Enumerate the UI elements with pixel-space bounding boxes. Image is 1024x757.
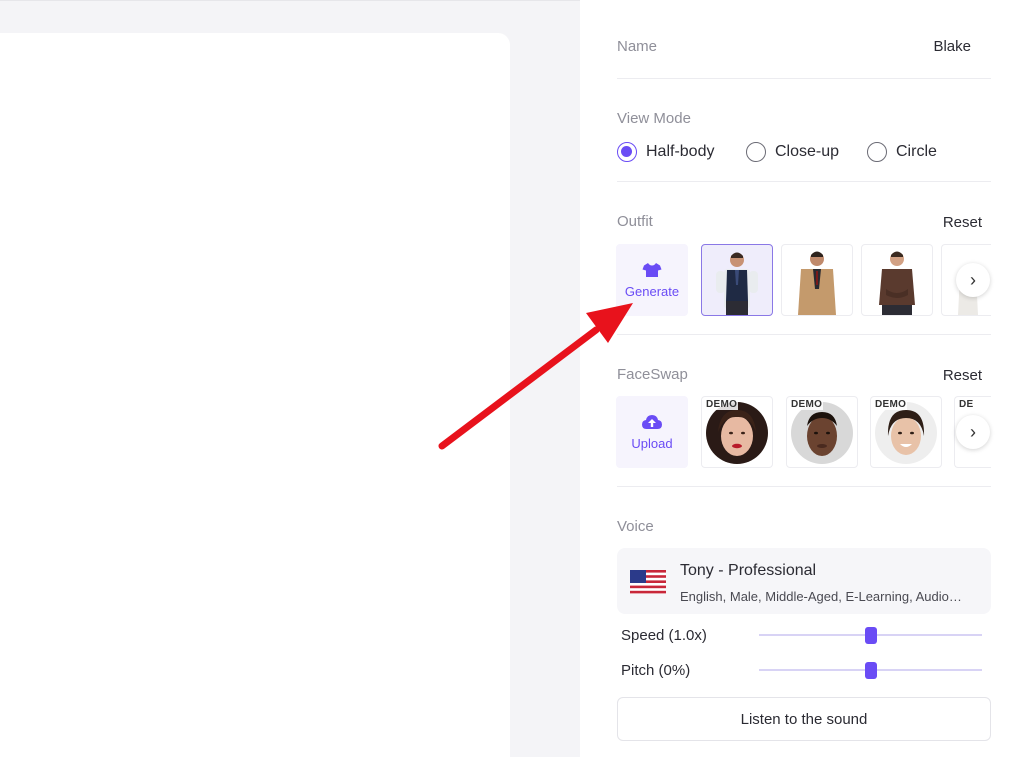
generate-outfit-button[interactable]: Generate: [616, 244, 688, 316]
pitch-label: Pitch (0%): [621, 662, 691, 679]
name-value[interactable]: Blake: [933, 38, 971, 55]
cloud-upload-icon: [642, 414, 662, 429]
face-thumb-2[interactable]: DEMO: [786, 396, 858, 468]
avatar-outfit-image: [798, 251, 836, 315]
properties-panel: Name Blake View Mode Half-body Close-up …: [580, 0, 1024, 757]
avatar-outfit-image: [716, 252, 758, 315]
pitch-slider-thumb[interactable]: [864, 662, 877, 679]
faceswap-reset-button[interactable]: Reset: [943, 367, 982, 384]
avatar-outfit-image: [879, 251, 915, 315]
outfit-label: Outfit: [617, 213, 653, 230]
radio-dot-checked[interactable]: [617, 142, 637, 162]
demo-badge: DEMO: [790, 399, 824, 410]
view-mode-label: View Mode: [617, 110, 691, 127]
name-label: Name: [617, 38, 658, 55]
face-image: [706, 402, 768, 464]
radio-circle[interactable]: Circle: [867, 142, 937, 162]
face-image: [875, 402, 937, 464]
faceswap-label: FaceSwap: [617, 366, 688, 383]
radio-dot[interactable]: [746, 142, 766, 162]
outfit-reset-button[interactable]: Reset: [943, 214, 982, 231]
chevron-right-icon: ›: [970, 421, 976, 442]
voice-label: Voice: [617, 518, 654, 535]
radio-label: Circle: [896, 143, 937, 160]
divider: [617, 181, 991, 182]
chevron-right-icon: ›: [970, 269, 976, 290]
radio-dot[interactable]: [867, 142, 887, 162]
divider: [617, 78, 991, 79]
outfit-next-button[interactable]: ›: [956, 263, 990, 297]
voice-description: English, Male, Middle-Aged, E-Learning, …: [680, 589, 962, 604]
voice-name: Tony - Professional: [680, 562, 817, 579]
radio-close-up[interactable]: Close-up: [746, 142, 839, 162]
outfit-thumb-navy-vest[interactable]: [701, 244, 773, 316]
tshirt-icon: [642, 262, 662, 277]
radio-half-body[interactable]: Half-body: [617, 142, 714, 162]
upload-face-button[interactable]: Upload: [616, 396, 688, 468]
demo-badge: DEMO: [874, 399, 908, 410]
upload-label: Upload: [631, 435, 673, 451]
face-thumb-3[interactable]: DEMO: [870, 396, 942, 468]
divider: [617, 486, 991, 487]
listen-button[interactable]: Listen to the sound: [617, 697, 991, 741]
generate-label: Generate: [624, 283, 680, 299]
preview-canvas: [0, 33, 510, 757]
face-image: [791, 402, 853, 464]
voice-selector[interactable]: Tony - Professional English, Male, Middl…: [617, 548, 991, 614]
outfit-thumb-brown-sweater[interactable]: [861, 244, 933, 316]
demo-badge: DEMO: [705, 399, 739, 410]
speed-label: Speed (1.0x): [621, 627, 707, 644]
outfit-thumb-camel-coat[interactable]: [781, 244, 853, 316]
divider: [617, 334, 991, 335]
us-flag-icon: [630, 570, 666, 594]
face-thumb-1[interactable]: DEMO: [701, 396, 773, 468]
radio-label: Close-up: [775, 143, 840, 160]
faceswap-next-button[interactable]: ›: [956, 415, 990, 449]
demo-badge-partial: DE: [958, 399, 975, 410]
radio-label: Half-body: [646, 143, 715, 160]
speed-slider-thumb[interactable]: [864, 627, 877, 644]
